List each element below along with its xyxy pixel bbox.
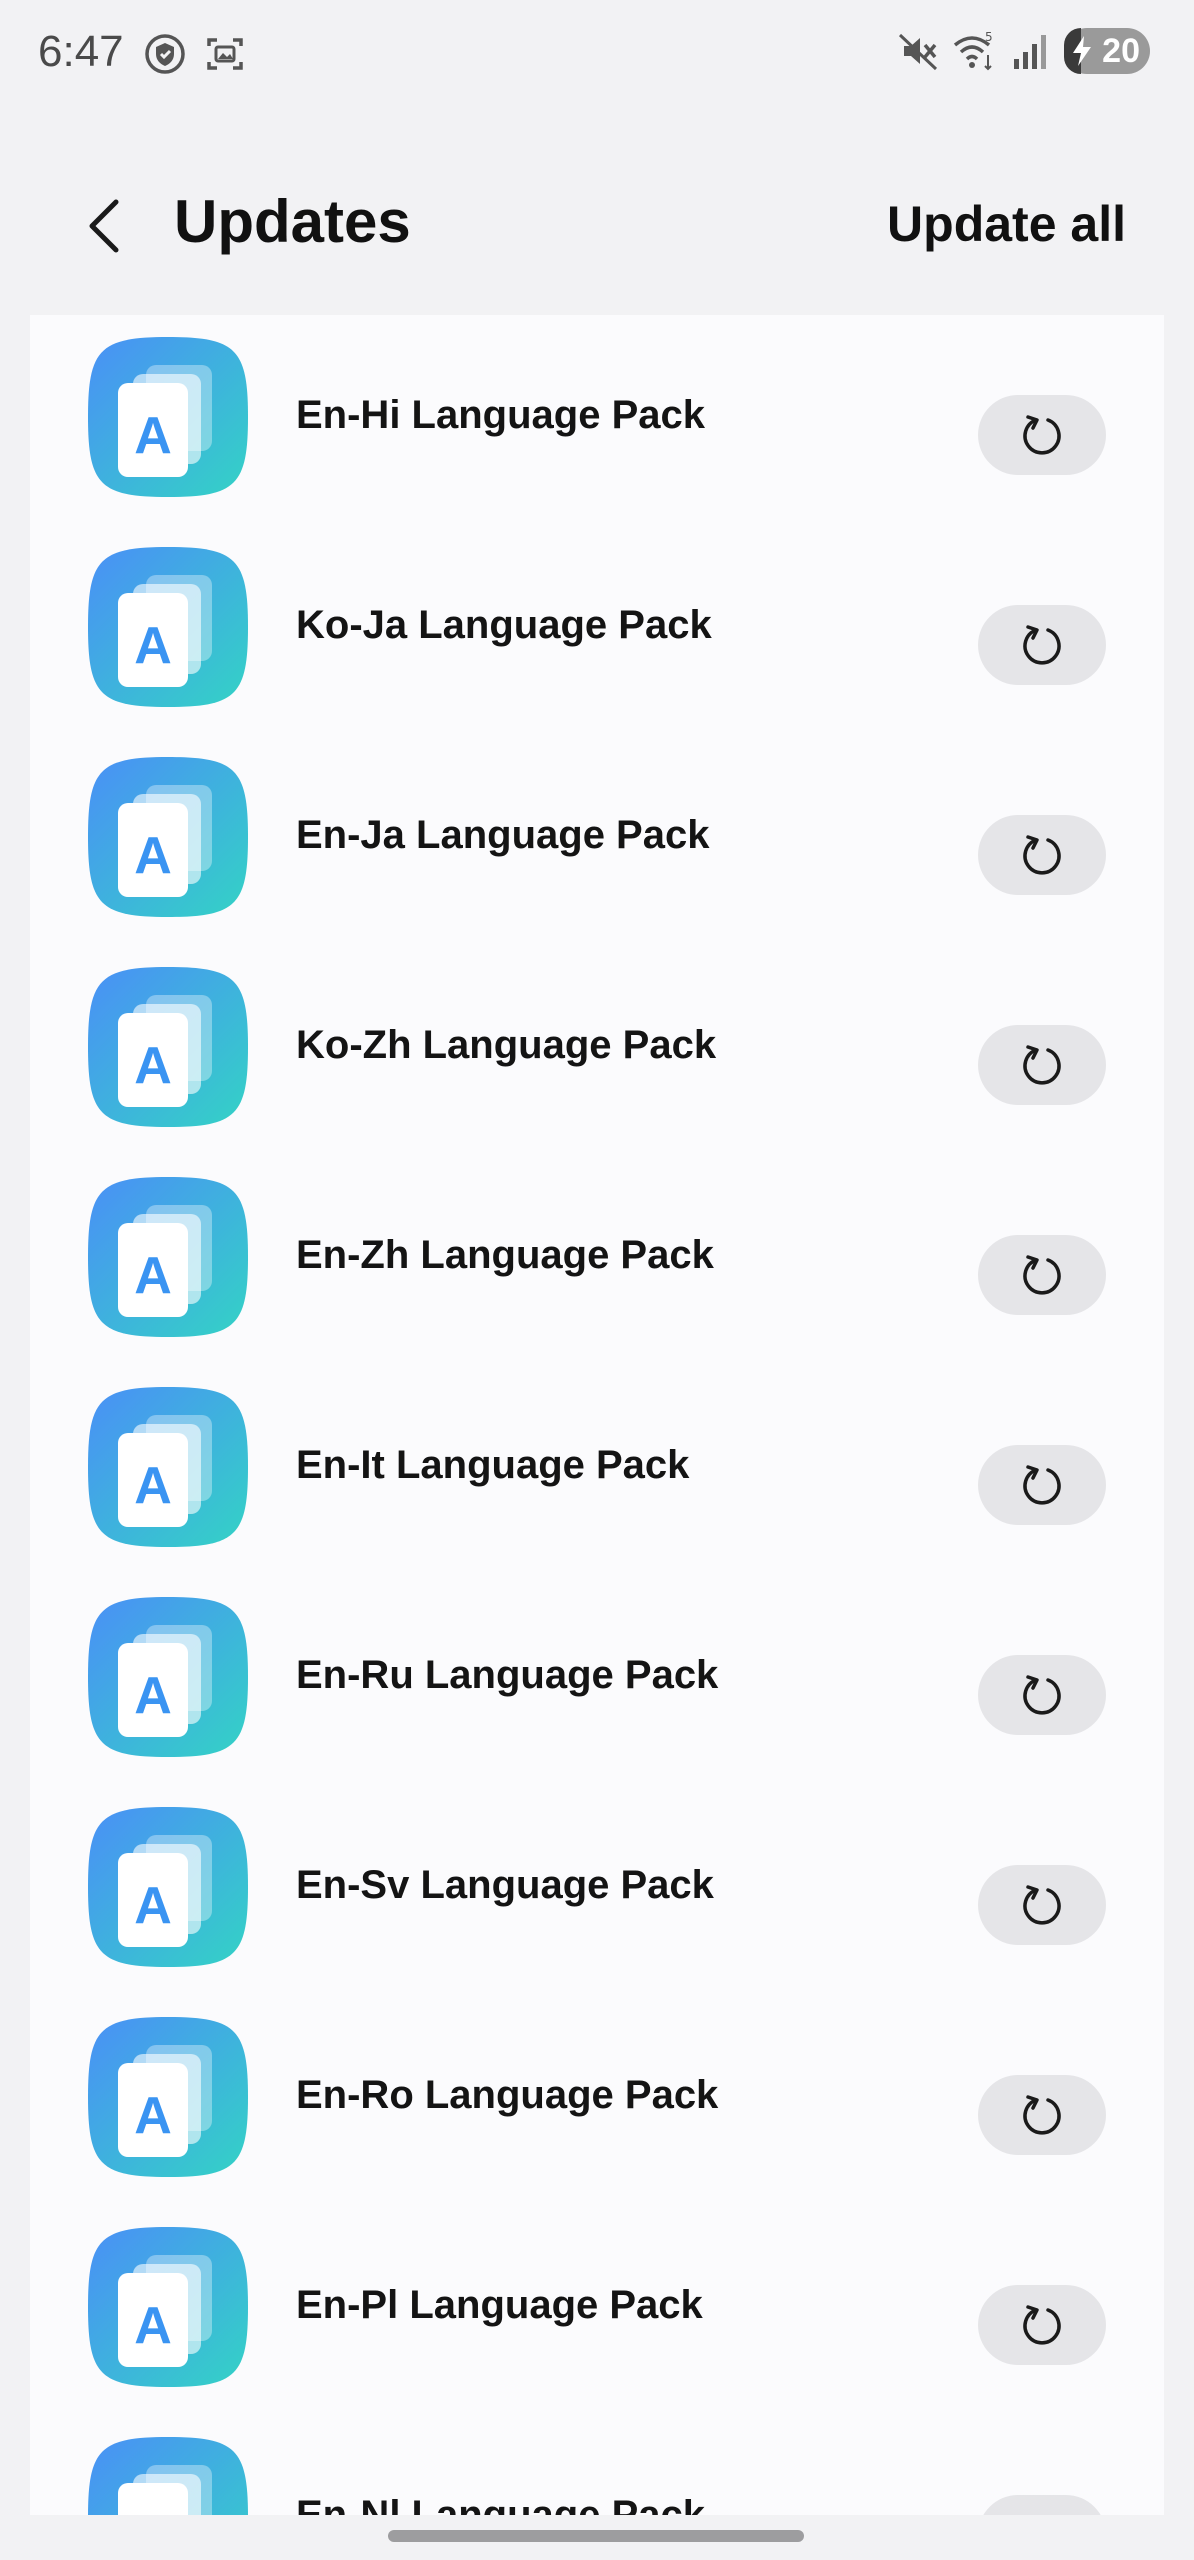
battery-level: 20 [1102,32,1140,70]
refresh-icon [1018,2511,1066,2515]
icon-letter: A [134,617,172,675]
svg-text:5: 5 [985,30,993,44]
signal-icon [1014,35,1046,69]
icon-letter: A [134,2507,172,2515]
list-item[interactable]: A En-Nl Language Pack [30,2415,1164,2515]
list-item[interactable]: A Ko-Zh Language Pack [30,945,1164,1155]
item-name: En-Sv Language Pack [296,1863,714,1907]
list-item[interactable]: A En-Ru Language Pack [30,1575,1164,1785]
list-item[interactable]: A En-It Language Pack [30,1365,1164,1575]
item-name: Ko-Zh Language Pack [296,1023,717,1067]
item-update-button[interactable] [978,2285,1106,2365]
item-name: En-Ja Language Pack [296,813,710,857]
item-name: En-Nl Language Pack [296,2493,705,2515]
refresh-icon [1023,2305,1061,2345]
list-item[interactable]: A En-Ro Language Pack [30,1995,1164,2205]
icon-letter: A [134,1037,172,1095]
icon-letter: A [134,407,172,465]
refresh-icon [1023,1255,1061,1295]
list-item[interactable]: A Ko-Ja Language Pack [30,525,1164,735]
refresh-icon [1023,415,1061,455]
item-update-button[interactable] [978,1865,1106,1945]
item-update-button[interactable] [978,815,1106,895]
language-pack-icon: A [88,1387,248,1547]
icon-letter: A [134,2297,172,2355]
refresh-icon [1023,625,1061,665]
language-pack-icon: A [88,2437,248,2515]
refresh-icon [1023,835,1061,875]
icon-letter: A [134,1667,172,1725]
list-item[interactable]: A En-Pl Language Pack [30,2205,1164,2415]
update-all-button[interactable]: Update all [887,194,1126,254]
icon-letter: A [134,1247,172,1305]
list-item[interactable]: A En-Ja Language Pack [30,735,1164,945]
item-update-button[interactable] [978,2075,1106,2155]
item-update-button[interactable] [978,1445,1106,1525]
icon-letter: A [134,2087,172,2145]
item-name: En-Zh Language Pack [296,1233,714,1277]
item-name: Ko-Ja Language Pack [296,603,712,647]
item-name: En-Ro Language Pack [296,2073,719,2117]
back-button[interactable] [70,186,140,266]
item-name: En-Ru Language Pack [296,1653,719,1697]
item-update-button[interactable] [978,1655,1106,1735]
refresh-icon [1023,1045,1061,1085]
wifi-icon: 5 [953,30,993,71]
refresh-icon [1023,1465,1061,1505]
list-item[interactable]: A En-Hi Language Pack [30,315,1164,525]
language-pack-icon: A [88,967,248,1127]
icon-letter: A [134,1877,172,1935]
status-right-icons: 5 20 [896,28,1150,74]
icon-letter: A [134,1457,172,1515]
list-item[interactable]: A En-Zh Language Pack [30,1155,1164,1365]
language-pack-icon: A [88,1807,248,1967]
status-left-icons [143,32,247,76]
item-update-button[interactable] [978,1025,1106,1105]
screenshot-icon [207,38,243,70]
language-pack-icon: A [88,2017,248,2177]
status-bar: 6:47 5 20 [0,0,1194,110]
language-pack-icon: A [88,757,248,917]
app-header: Updates Update all [0,150,1194,300]
status-time: 6:47 [38,27,124,76]
page-title: Updates [174,188,411,255]
refresh-icon [1023,1675,1061,1715]
battery-charging-icon [1073,36,1091,66]
updates-list: A En-Hi Language Pack A Ko-Ja Language P… [30,315,1164,2515]
language-pack-icon: A [88,337,248,497]
item-update-button[interactable] [978,605,1106,685]
mute-icon [898,33,938,71]
battery-indicator: 20 [1064,28,1150,74]
language-pack-icon: A [88,1597,248,1757]
refresh-icon [1023,1885,1061,1925]
item-name: En-Pl Language Pack [296,2283,703,2327]
item-update-button[interactable] [978,395,1106,475]
shield-icon [145,34,185,74]
list-item[interactable]: A En-Sv Language Pack [30,1785,1164,1995]
home-indicator[interactable] [388,2530,804,2542]
refresh-icon [1023,2095,1061,2135]
language-pack-icon: A [88,547,248,707]
language-pack-icon: A [88,2227,248,2387]
item-name: En-Hi Language Pack [296,393,705,437]
item-name: En-It Language Pack [296,1443,690,1487]
item-update-button[interactable] [978,1235,1106,1315]
language-pack-icon: A [88,1177,248,1337]
icon-letter: A [134,827,172,885]
item-update-button[interactable] [978,2495,1106,2515]
chevron-left-icon [89,199,119,253]
